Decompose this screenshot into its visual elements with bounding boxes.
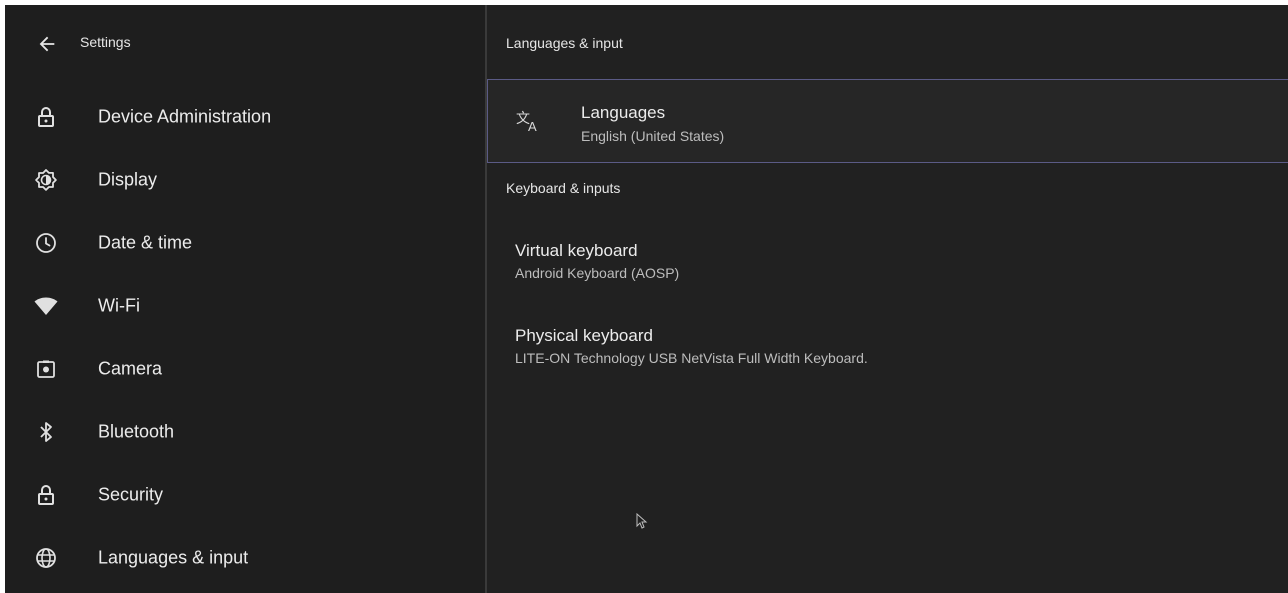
sidebar-item-date-time[interactable]: Date & time <box>5 211 485 274</box>
sidebar: Settings Device Administration Display D… <box>5 5 485 593</box>
languages-title: Languages <box>581 103 666 122</box>
arrow-back-icon[interactable] <box>36 33 58 55</box>
sidebar-item-camera[interactable]: Camera <box>5 337 485 400</box>
globe-icon <box>36 547 56 568</box>
virtual-keyboard-item[interactable]: Virtual keyboard Android Keyboard (AOSP) <box>487 241 1288 311</box>
languages-item[interactable]: 文 A Languages English (United States) <box>487 79 1288 163</box>
languages-summary: English (United States) <box>581 128 725 144</box>
physical-keyboard-title: Physical keyboard <box>515 326 653 345</box>
clock-icon <box>36 232 56 253</box>
sidebar-item-display[interactable]: Display <box>5 148 485 211</box>
keyboard-section-header: Keyboard & inputs <box>506 180 621 196</box>
sidebar-item-label: Security <box>98 484 164 504</box>
bluetooth-icon <box>40 421 52 442</box>
page-title: Languages & input <box>506 35 623 51</box>
sidebar-item-languages-input[interactable]: Languages & input <box>5 526 485 589</box>
sidebar-title: Settings <box>80 34 131 50</box>
mouse-pointer-icon <box>636 513 648 529</box>
sidebar-item-label: Date & time <box>98 232 193 252</box>
lock-icon <box>38 484 54 505</box>
sidebar-item-label: Device Administration <box>98 106 272 126</box>
svg-text:A: A <box>528 119 537 134</box>
lock-icon <box>38 106 54 127</box>
brightness-icon <box>35 168 57 191</box>
sidebar-item-wifi[interactable]: Wi-Fi <box>5 274 485 337</box>
sidebar-item-label: Display <box>98 169 158 189</box>
sidebar-header: Settings <box>5 5 485 81</box>
sidebar-item-security[interactable]: Security <box>5 463 485 526</box>
sidebar-item-label: Bluetooth <box>98 421 175 441</box>
virtual-keyboard-title: Virtual keyboard <box>515 241 638 260</box>
translate-icon: 文 A <box>516 111 537 134</box>
sidebar-item-label: Languages & input <box>98 547 249 567</box>
virtual-keyboard-summary: Android Keyboard (AOSP) <box>515 265 680 281</box>
sidebar-item-label: Wi-Fi <box>98 295 140 315</box>
sidebar-item-device-administration[interactable]: Device Administration <box>5 85 485 148</box>
main-panel: Languages & input 文 A Languages English … <box>487 5 1288 593</box>
physical-keyboard-item[interactable]: Physical keyboard LITE-ON Technology USB… <box>487 326 1288 396</box>
sidebar-item-bluetooth[interactable]: Bluetooth <box>5 400 485 463</box>
sidebar-item-label: Camera <box>98 358 163 378</box>
physical-keyboard-summary: LITE-ON Technology USB NetVista Full Wid… <box>515 350 868 366</box>
settings-screen: Settings Device Administration Display D… <box>5 5 1288 593</box>
wifi-icon <box>34 297 58 315</box>
camera-icon <box>37 360 55 378</box>
